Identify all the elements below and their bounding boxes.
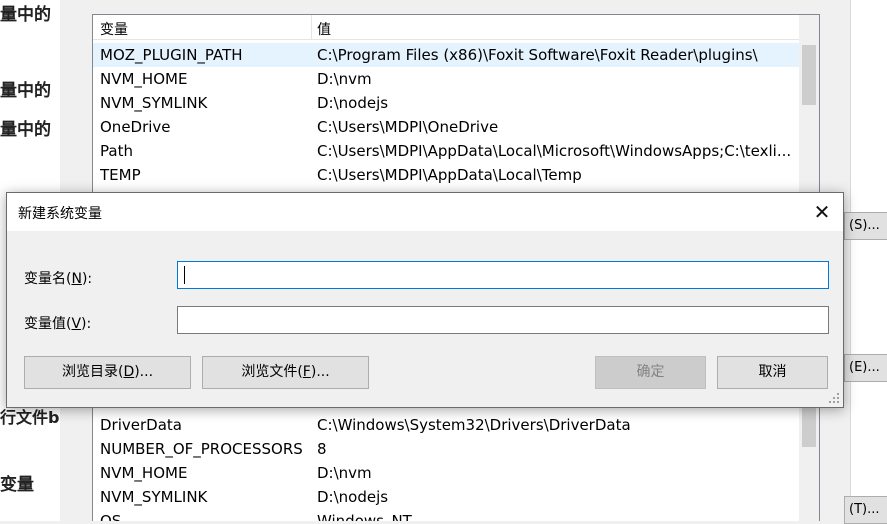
scrollbar-thumb[interactable] [802, 407, 816, 447]
variable-value: C:\Windows\System32\Drivers\DriverData [317, 416, 631, 434]
table-row[interactable]: Path C:\Users\MDPI\AppData\Local\Microso… [93, 139, 799, 163]
dialog-titlebar[interactable]: 新建系统变量 ✕ [7, 193, 843, 231]
variable-value: C:\Users\MDPI\AppData\Local\Microsoft\Wi… [317, 142, 792, 160]
user-variables-list[interactable]: 变量 值 MOZ_PLUGIN_PATH C:\Program Files (x… [92, 14, 820, 194]
variable-name: DriverData [100, 416, 182, 434]
browse-file-button[interactable]: 浏览文件(F)... [202, 356, 369, 389]
variable-value: D:\nodejs [317, 94, 389, 112]
column-header-value[interactable]: 值 [317, 19, 331, 39]
list-header: 变量 值 [93, 15, 819, 40]
set-button-partial[interactable]: (S)... [844, 212, 887, 240]
variable-value: C:\Program Files (x86)\Foxit Software\Fo… [317, 46, 758, 64]
variable-name: NVM_HOME [100, 464, 188, 482]
new-system-variable-dialog: 新建系统变量 ✕ 变量名(N): 变量值(V): 浏览目录(D)... 浏览文件… [6, 192, 844, 408]
background-window-right: (S)... (E)... (T)... [844, 0, 887, 524]
scrollbar-thumb[interactable] [802, 45, 816, 105]
button-text: )... [134, 364, 154, 380]
label-text: ): [81, 316, 92, 332]
access-key: N [71, 271, 82, 287]
system-variables-list[interactable]: DriverData C:\Windows\System32\Drivers\D… [92, 392, 820, 521]
table-row[interactable]: TEMP C:\Users\MDPI\AppData\Local\Temp [93, 163, 799, 187]
bg-text: 量中的 [0, 5, 51, 25]
button-text: 浏览文件( [241, 364, 303, 380]
browse-directory-button[interactable]: 浏览目录(D)... [24, 356, 191, 389]
variable-name: Path [100, 142, 133, 160]
variable-value: 8 [317, 440, 327, 458]
variable-value: D:\nvm [317, 70, 372, 88]
table-row[interactable]: NUMBER_OF_PROCESSORS 8 [93, 437, 799, 461]
variable-name-input[interactable] [177, 261, 829, 289]
bg-text: 量中的 [0, 81, 51, 101]
label-text: 变量名( [24, 271, 72, 287]
button-text: 浏览目录( [61, 364, 124, 380]
variable-name: OS [100, 512, 122, 521]
resize-grip-icon[interactable] [828, 392, 840, 404]
column-separator[interactable] [311, 15, 312, 39]
table-row[interactable]: NVM_HOME D:\nvm [93, 461, 799, 485]
variable-name-label: 变量名(N): [24, 268, 92, 288]
variable-value: C:\Users\MDPI\OneDrive [317, 118, 499, 136]
divider [850, 0, 851, 521]
access-key: D [123, 364, 135, 380]
variable-name: NUMBER_OF_PROCESSORS [100, 440, 303, 458]
table-row[interactable]: NVM_HOME D:\nvm [93, 67, 799, 91]
variable-name: TEMP [100, 166, 141, 184]
table-row[interactable]: OneDrive C:\Users\MDPI\OneDrive [93, 115, 799, 139]
button-text: )... [310, 364, 330, 380]
variable-value: D:\nodejs [317, 488, 389, 506]
text-caret [184, 266, 185, 284]
table-row[interactable]: MOZ_PLUGIN_PATH C:\Program Files (x86)\F… [93, 43, 799, 67]
access-key: F [302, 364, 311, 380]
dialog-title: 新建系统变量 [18, 206, 102, 222]
label-text: ): [81, 271, 93, 287]
cancel-button[interactable]: 取消 [717, 356, 828, 389]
variable-value-input[interactable] [177, 306, 829, 334]
variable-name: NVM_HOME [100, 70, 188, 88]
ok-button[interactable]: 确定 [595, 356, 706, 389]
bg-text: 量中的 [0, 120, 51, 140]
table-row[interactable]: NVM_SYMLINK D:\nodejs [93, 485, 799, 509]
variable-name: MOZ_PLUGIN_PATH [100, 46, 243, 64]
column-header-variable[interactable]: 变量 [100, 19, 128, 39]
variable-value: D:\nvm [317, 464, 372, 482]
vertical-scrollbar[interactable] [799, 15, 819, 193]
vertical-scrollbar[interactable] [799, 393, 819, 521]
variable-value: C:\Users\MDPI\AppData\Local\Temp [317, 166, 582, 184]
label-text: 变量值( [24, 316, 72, 332]
edit-button-partial[interactable]: (E)... [844, 354, 887, 382]
bg-text: 变量 [0, 475, 34, 495]
variable-value-label: 变量值(V): [24, 313, 91, 333]
table-row[interactable]: OS Windows_NT [93, 509, 799, 521]
variable-name: NVM_SYMLINK [100, 94, 208, 112]
variable-value: Windows_NT [317, 512, 412, 521]
access-key: V [71, 316, 82, 332]
t-button-partial[interactable]: (T)... [844, 496, 887, 524]
close-icon[interactable]: ✕ [807, 197, 837, 227]
variable-name: OneDrive [100, 118, 171, 136]
table-row[interactable]: DriverData C:\Windows\System32\Drivers\D… [93, 413, 799, 437]
variable-name: NVM_SYMLINK [100, 488, 208, 506]
table-row[interactable]: NVM_SYMLINK D:\nodejs [93, 91, 799, 115]
